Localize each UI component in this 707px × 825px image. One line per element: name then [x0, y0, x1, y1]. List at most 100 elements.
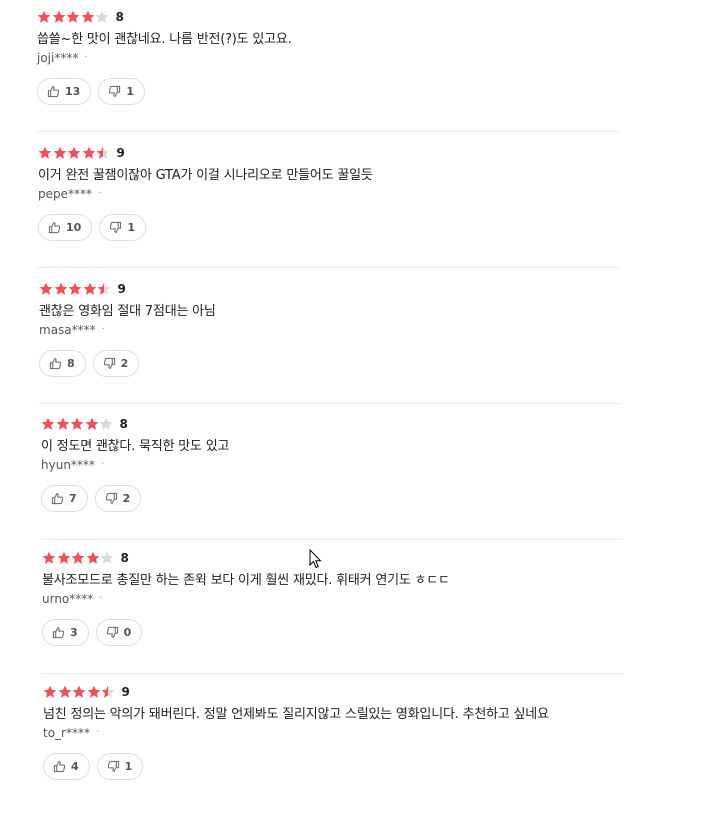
star-icon	[43, 685, 57, 699]
star-icon	[66, 10, 80, 24]
thumbs-down-icon	[106, 626, 124, 639]
star-icon	[99, 417, 113, 431]
rating-score: 9	[117, 282, 126, 296]
rating-score: 9	[116, 146, 125, 160]
separator-dot: ·	[98, 188, 102, 199]
star-rating	[42, 551, 115, 565]
star-icon	[101, 685, 115, 699]
review-item: 9 괜찮은 영화임 절대 7점대는 아님 masa**** · 8 2	[39, 280, 621, 404]
review-item: 8 이 정도면 괜찮다. 묵직한 맛도 있고 hyun**** · 7 2	[41, 415, 623, 540]
dislike-count: 1	[124, 760, 133, 773]
separator-dot: ·	[99, 593, 103, 604]
rating-row: 9	[39, 280, 621, 298]
star-icon	[57, 551, 71, 565]
separator-dot: ·	[84, 52, 88, 63]
separator-dot: ·	[95, 727, 100, 738]
star-icon	[87, 685, 101, 699]
dislike-button[interactable]: 1	[99, 214, 146, 241]
thumbs-down-icon	[105, 492, 123, 505]
like-count: 13	[65, 85, 81, 98]
review-author[interactable]: hyun****	[41, 458, 95, 472]
like-count: 7	[69, 492, 77, 505]
review-item: 8 불사조모드로 총질만 하는 존윅 보다 이게 훨씬 재밌다. 휘태커 연기도…	[42, 549, 624, 674]
dislike-button[interactable]: 2	[94, 485, 142, 512]
review-item: 8 씁쓸~한 맛이 괜찮네요. 나름 반전(?)도 있고요. joji**** …	[37, 8, 619, 132]
rating-score: 9	[121, 685, 130, 699]
like-count: 4	[71, 760, 79, 773]
star-rating	[41, 417, 114, 431]
star-icon	[67, 146, 81, 160]
review-author[interactable]: pepe****	[38, 187, 92, 201]
like-count: 3	[70, 626, 78, 639]
star-icon	[53, 146, 67, 160]
review-item: 9 이거 완전 꿀잼이잖아 GTA가 이걸 시나리오로 만들어도 꿀일듯 pep…	[38, 144, 620, 268]
dislike-button[interactable]: 1	[96, 753, 144, 780]
star-icon	[70, 417, 84, 431]
like-button[interactable]: 3	[42, 619, 89, 646]
star-icon	[72, 685, 86, 699]
star-icon	[82, 146, 96, 160]
dislike-button[interactable]: 0	[95, 619, 143, 646]
star-icon	[52, 10, 66, 24]
star-rating	[38, 146, 111, 160]
star-rating	[37, 10, 110, 24]
rating-score: 8	[120, 551, 129, 565]
review-text: 씁쓸~한 맛이 괜찮네요. 나름 반전(?)도 있고요.	[37, 32, 292, 47]
review-item: 9 넘친 정의는 악의가 돼버린다. 정말 언제봐도 질리지않고 스릴있는 영화…	[43, 683, 625, 823]
like-button[interactable]: 10	[38, 214, 93, 241]
mouse-cursor-icon	[309, 549, 322, 569]
star-icon	[38, 146, 52, 160]
like-button[interactable]: 7	[41, 485, 88, 512]
review-text: 불사조모드로 총질만 하는 존윅 보다 이게 훨씬 재밌다. 휘태커 연기도 ㅎ…	[42, 573, 450, 588]
thumbs-up-icon	[49, 357, 67, 370]
dislike-button[interactable]: 1	[98, 78, 145, 105]
rating-row: 8	[41, 415, 623, 433]
review-author[interactable]: urno****	[42, 592, 93, 606]
review-text: 이 정도면 괜찮다. 묵직한 맛도 있고	[41, 439, 230, 454]
thumbs-down-icon	[107, 760, 125, 773]
star-icon	[41, 417, 55, 431]
dislike-count: 1	[126, 85, 134, 98]
star-rating	[39, 282, 112, 296]
dislike-count: 1	[127, 221, 135, 234]
star-rating	[43, 685, 116, 699]
review-text: 괜찮은 영화임 절대 7점대는 아님	[39, 304, 216, 319]
star-icon	[68, 282, 82, 296]
like-count: 10	[66, 221, 82, 234]
thumbs-down-icon	[109, 221, 127, 234]
separator-dot: ·	[101, 324, 105, 335]
rating-score: 8	[119, 417, 128, 431]
like-count: 8	[67, 357, 75, 370]
thumbs-down-icon	[103, 357, 121, 370]
separator-dot: ·	[100, 459, 105, 470]
thumbs-up-icon	[48, 221, 66, 234]
star-icon	[85, 417, 99, 431]
thumbs-up-icon	[51, 492, 69, 505]
like-button[interactable]: 13	[37, 78, 92, 105]
like-button[interactable]: 4	[43, 753, 90, 780]
thumbs-up-icon	[52, 626, 70, 639]
star-icon	[42, 551, 56, 565]
star-icon	[100, 551, 114, 565]
star-icon	[37, 10, 51, 24]
review-author[interactable]: to_r****	[43, 726, 90, 740]
thumbs-up-icon	[53, 760, 71, 773]
star-icon	[81, 10, 95, 24]
dislike-count: 0	[123, 626, 132, 639]
star-icon	[95, 10, 109, 24]
review-text: 넘친 정의는 악의가 돼버린다. 정말 언제봐도 질리지않고 스릴있는 영화입니…	[43, 707, 549, 722]
review-text: 이거 완전 꿀잼이잖아 GTA가 이걸 시나리오로 만들어도 꿀일듯	[38, 168, 373, 183]
review-author[interactable]: joji****	[37, 51, 78, 65]
review-author[interactable]: masa****	[39, 323, 96, 337]
dislike-count: 2	[120, 357, 129, 370]
rating-row: 8	[37, 8, 619, 26]
thumbs-down-icon	[108, 85, 126, 98]
rating-score: 8	[115, 10, 124, 24]
rating-row: 8	[42, 549, 624, 567]
star-icon	[39, 282, 53, 296]
like-button[interactable]: 8	[39, 350, 86, 377]
dislike-button[interactable]: 2	[92, 350, 140, 377]
thumbs-up-icon	[47, 85, 65, 98]
star-icon	[97, 282, 111, 296]
star-icon	[71, 551, 85, 565]
